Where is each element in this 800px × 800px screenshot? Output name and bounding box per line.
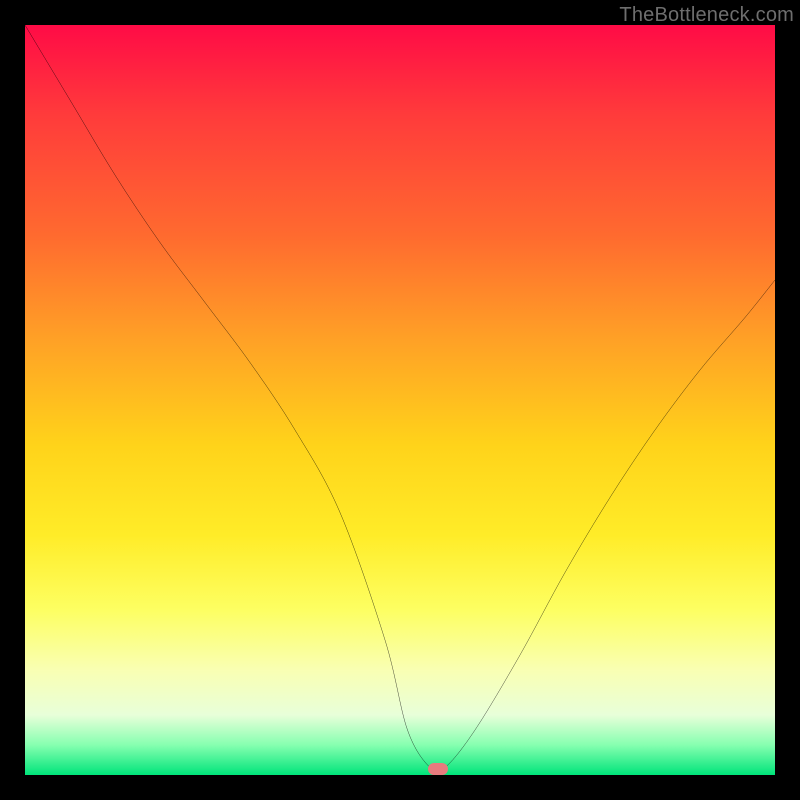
optimal-point-marker [428, 763, 448, 775]
plot-area [25, 25, 775, 775]
bottleneck-curve [25, 25, 775, 775]
watermark-label: TheBottleneck.com [619, 4, 794, 27]
chart-container: TheBottleneck.com [0, 0, 800, 800]
